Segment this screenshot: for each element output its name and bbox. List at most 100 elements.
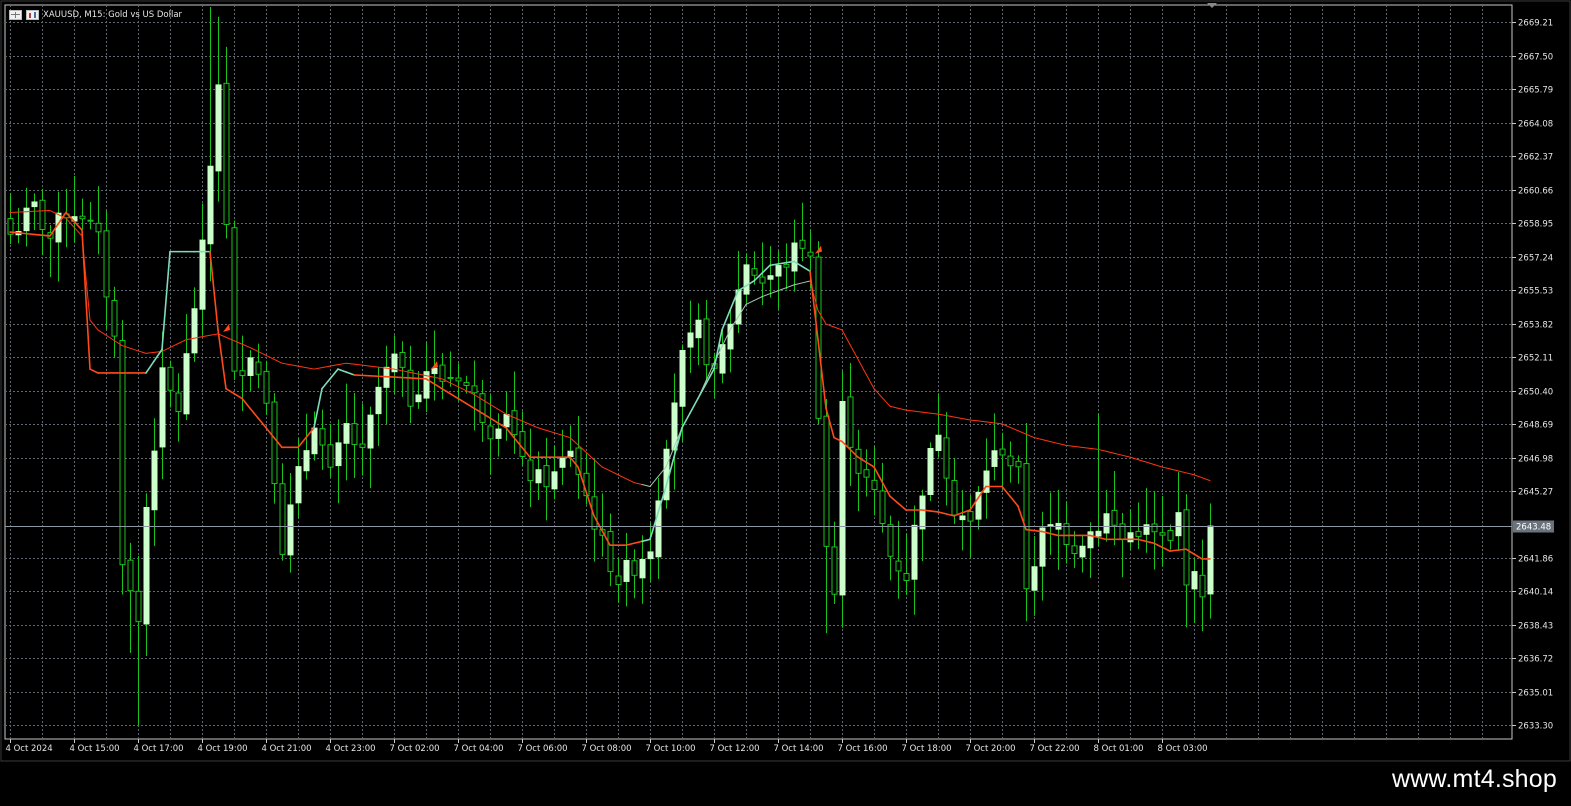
candle-body bbox=[399, 352, 406, 368]
candle-body bbox=[959, 515, 966, 521]
fast-ma-line bbox=[929, 510, 939, 513]
candle-body bbox=[695, 319, 702, 339]
candle-body bbox=[479, 393, 486, 423]
candle-body bbox=[759, 276, 766, 284]
candle-body bbox=[367, 414, 374, 449]
x-tick-label: 7 Oct 12:00 bbox=[710, 744, 760, 754]
x-tick-label: 8 Oct 01:00 bbox=[1094, 744, 1144, 754]
chart-shift-marker-icon[interactable] bbox=[1207, 3, 1217, 8]
x-tick-label: 7 Oct 10:00 bbox=[646, 744, 696, 754]
candle-body bbox=[895, 560, 902, 572]
candle-body bbox=[839, 400, 846, 596]
candle-body bbox=[183, 353, 190, 415]
y-tick-label: 2652.11 bbox=[1518, 354, 1553, 364]
candle-body bbox=[447, 376, 454, 379]
x-tick-label: 7 Oct 14:00 bbox=[774, 744, 824, 754]
candle-body bbox=[935, 434, 942, 451]
candle-body bbox=[143, 507, 150, 625]
x-tick-label: 7 Oct 08:00 bbox=[582, 744, 632, 754]
x-tick-label: 7 Oct 20:00 bbox=[966, 744, 1016, 754]
candle-body bbox=[87, 219, 94, 222]
y-tick-label: 2662.37 bbox=[1518, 153, 1553, 163]
candle-body bbox=[911, 524, 918, 580]
x-tick-label: 7 Oct 06:00 bbox=[518, 744, 568, 754]
candle-body bbox=[559, 456, 566, 468]
candle-body bbox=[343, 423, 350, 444]
x-tick-label: 7 Oct 16:00 bbox=[838, 744, 888, 754]
x-tick-label: 4 Oct 17:00 bbox=[134, 744, 184, 754]
candle-body bbox=[351, 423, 358, 445]
y-tick-label: 2650.40 bbox=[1518, 388, 1553, 398]
candle-body bbox=[375, 386, 382, 415]
chart-window[interactable]: 2669.21 2667.50 2665.79 2664.08 2662.37 2660.… bbox=[0, 0, 1571, 762]
candle-body bbox=[335, 442, 342, 467]
candle-body bbox=[639, 558, 646, 579]
candle-body bbox=[39, 199, 46, 230]
fast-ma-line bbox=[1169, 549, 1179, 552]
candle-body bbox=[1207, 525, 1214, 595]
candle-body bbox=[239, 370, 246, 376]
candle-body bbox=[775, 265, 782, 277]
candle-body bbox=[615, 575, 622, 586]
candle-body bbox=[567, 450, 574, 458]
y-tick-label: 2633.30 bbox=[1518, 722, 1553, 732]
chart-type-icon[interactable] bbox=[26, 10, 39, 20]
candle-body bbox=[79, 215, 86, 220]
footer-bar: www.mt4.shop bbox=[0, 762, 1571, 806]
candle-body bbox=[647, 551, 654, 560]
candle-body bbox=[159, 367, 166, 448]
candle-body bbox=[495, 428, 502, 439]
candle-body bbox=[1151, 523, 1158, 533]
x-tick-label: 7 Oct 22:00 bbox=[1030, 744, 1080, 754]
candle-body bbox=[503, 414, 510, 428]
candle-body bbox=[999, 448, 1006, 456]
candle-body bbox=[223, 82, 230, 225]
x-tick-label: 4 Oct 21:00 bbox=[262, 744, 312, 754]
candle-body bbox=[135, 590, 142, 623]
candle-body bbox=[743, 264, 750, 295]
candle-body bbox=[119, 340, 126, 566]
plot-area bbox=[4, 4, 1513, 740]
candle-body bbox=[151, 450, 158, 511]
y-tick-label: 2645.27 bbox=[1518, 488, 1553, 498]
x-tick-label: 4 Oct 2024 bbox=[6, 744, 53, 754]
candle-body bbox=[751, 268, 758, 276]
data-window-icon[interactable] bbox=[9, 10, 22, 20]
candle-body bbox=[1183, 509, 1190, 586]
current-price-label: 2643.48 bbox=[1516, 523, 1551, 533]
symbol-title: XAUUSD, M15: Gold vs US Dollar bbox=[43, 10, 183, 20]
candle-body bbox=[967, 511, 974, 522]
y-tick-label: 2660.66 bbox=[1518, 187, 1553, 197]
candle-body bbox=[855, 448, 862, 474]
candle-body bbox=[783, 263, 790, 268]
candle-body bbox=[1095, 530, 1102, 537]
candle-body bbox=[551, 471, 558, 490]
candle-body bbox=[607, 530, 614, 573]
price-chart[interactable]: 2669.21 2667.50 2665.79 2664.08 2662.37 2660.… bbox=[0, 0, 1571, 762]
y-tick-label: 2640.14 bbox=[1518, 588, 1553, 598]
candle-body bbox=[327, 444, 334, 468]
candle-body bbox=[303, 450, 310, 472]
candle-body bbox=[1111, 509, 1118, 526]
candle-body bbox=[951, 480, 958, 516]
candle-body bbox=[799, 239, 806, 249]
candle-body bbox=[127, 559, 134, 592]
y-tick-label: 2655.53 bbox=[1518, 287, 1553, 297]
candle-body bbox=[111, 300, 118, 337]
candle-body bbox=[927, 447, 934, 496]
fast-ma-line bbox=[921, 509, 931, 512]
candle-body bbox=[319, 428, 326, 446]
candle-body bbox=[847, 396, 854, 448]
candle-body bbox=[943, 437, 950, 479]
candle-body bbox=[543, 465, 550, 488]
candle-body bbox=[1039, 527, 1046, 567]
candle-body bbox=[1031, 566, 1038, 591]
x-tick-label: 8 Oct 03:00 bbox=[1158, 744, 1208, 754]
candle-body bbox=[1087, 531, 1094, 549]
x-tick-label: 7 Oct 18:00 bbox=[902, 744, 952, 754]
candle-body bbox=[415, 394, 422, 403]
candle-body bbox=[879, 490, 886, 525]
y-tick-label: 2646.98 bbox=[1518, 455, 1553, 465]
candle-body bbox=[31, 201, 38, 208]
candle-body bbox=[455, 377, 462, 382]
